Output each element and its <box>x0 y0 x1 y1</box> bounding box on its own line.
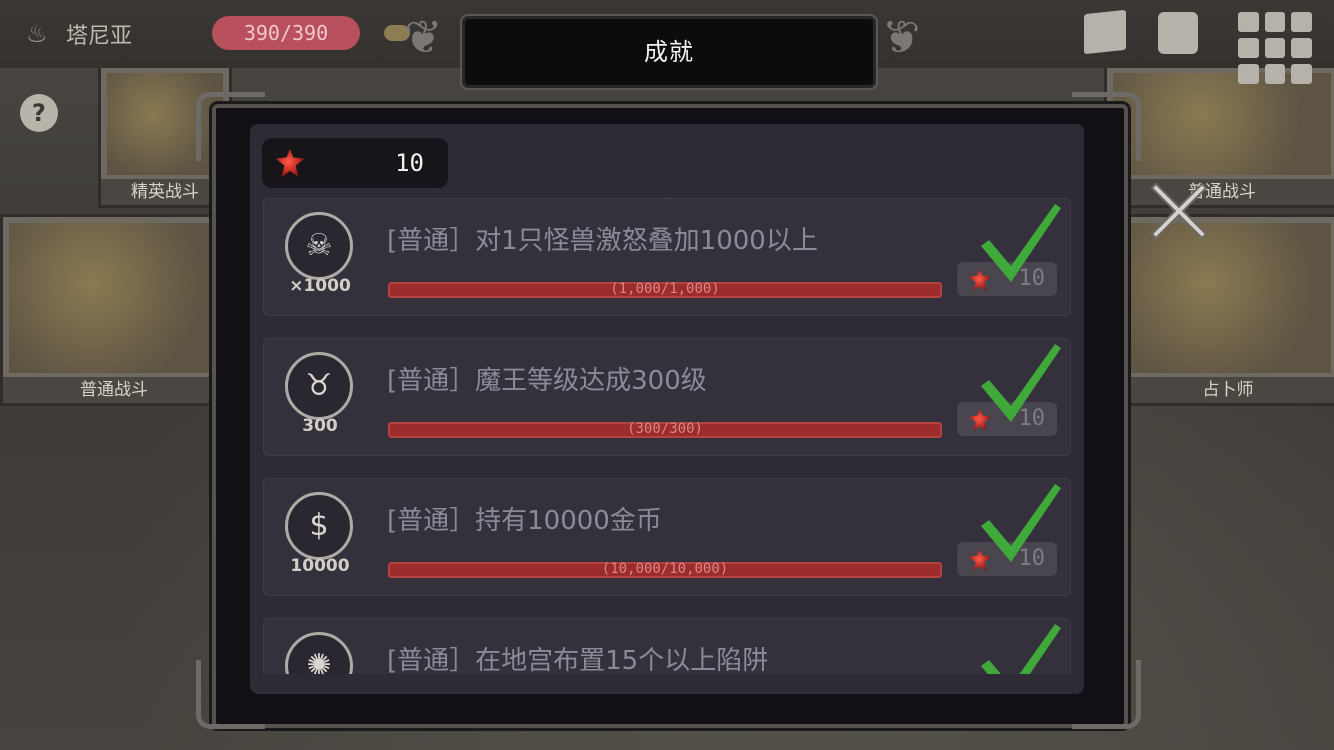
achievement-requirement: 10000 <box>290 556 350 576</box>
achievement-row[interactable]: ✺ [普通］在地宫布置15个以上陷阱 <box>263 618 1071 674</box>
progress-text: (1,000/1,000) <box>610 281 720 297</box>
check-icon <box>981 204 1061 282</box>
coin-bag-icon: $ <box>285 492 353 560</box>
currency-display: 10 <box>262 138 448 188</box>
monster-fang-icon: ☠ <box>285 212 353 280</box>
bg-card-art <box>1125 223 1331 373</box>
bg-card-label: 精英战斗 <box>101 179 229 205</box>
hp-badge: 390/390 <box>212 16 360 50</box>
dialog-title: 成就 <box>644 38 694 66</box>
achievement-row[interactable]: ☠ ×1000 [普通］对1只怪兽激怒叠加1000以上 (1,000/1,000… <box>263 198 1071 316</box>
menu-grid-icon[interactable] <box>1238 12 1312 84</box>
achievement-progress-bar: (300/300) <box>388 421 942 438</box>
bg-card-label: 占卜师 <box>1119 377 1334 403</box>
bg-card-art <box>1113 73 1331 175</box>
check-icon <box>981 344 1061 422</box>
bg-card-label: 普通战斗 <box>1107 179 1334 205</box>
achievement-title: [普通］魔王等级达成300级 <box>387 366 707 396</box>
achievement-title: [普通］持有10000金币 <box>387 506 662 536</box>
help-button[interactable]: ? <box>20 94 58 132</box>
achievement-row[interactable]: $ 10000 [普通］持有10000金币 (10,000/10,000) 10 <box>263 478 1071 596</box>
bg-card-normal-battle: 普通战斗 <box>0 214 228 406</box>
achievement-row[interactable]: ♉ 300 [普通］魔王等级达成300级 (300/300) 10 <box>263 338 1071 456</box>
achievement-title: [普通］在地宫布置15个以上陷阱 <box>387 646 769 674</box>
player-name: 塔尼亚 <box>66 24 133 49</box>
dialog-title-plate: 成就 <box>462 16 876 88</box>
check-icon <box>981 624 1061 674</box>
achievement-title: [普通］对1只怪兽激怒叠加1000以上 <box>387 226 818 256</box>
bg-card-art <box>9 223 219 373</box>
title-ornament-right: ❦ <box>882 10 921 64</box>
trap-icon: ✺ <box>285 632 353 674</box>
book-icon[interactable] <box>1084 9 1126 55</box>
player-info: ♨ 塔尼亚 <box>26 14 132 54</box>
demon-king-icon: ♉ <box>285 352 353 420</box>
achievement-list-clip: ✺ [普通］在地宫布置15个以上陷阱 <box>250 612 1084 674</box>
check-icon <box>981 484 1061 562</box>
achievement-progress-bar: (10,000/10,000) <box>388 561 942 578</box>
scroll-icon[interactable] <box>1158 12 1198 54</box>
player-emblem-icon: ♨ <box>26 20 48 48</box>
close-icon[interactable] <box>1146 178 1212 244</box>
progress-text: (300/300) <box>627 421 703 437</box>
achievement-requirement: 300 <box>302 416 338 436</box>
title-ornament-left: ❦ <box>404 10 443 64</box>
currency-value: 10 <box>395 149 424 177</box>
achievement-progress-bar: (1,000/1,000) <box>388 281 942 298</box>
achievement-requirement: ×1000 <box>289 276 351 296</box>
progress-text: (10,000/10,000) <box>601 561 729 577</box>
bg-card-label: 普通战斗 <box>3 377 225 403</box>
